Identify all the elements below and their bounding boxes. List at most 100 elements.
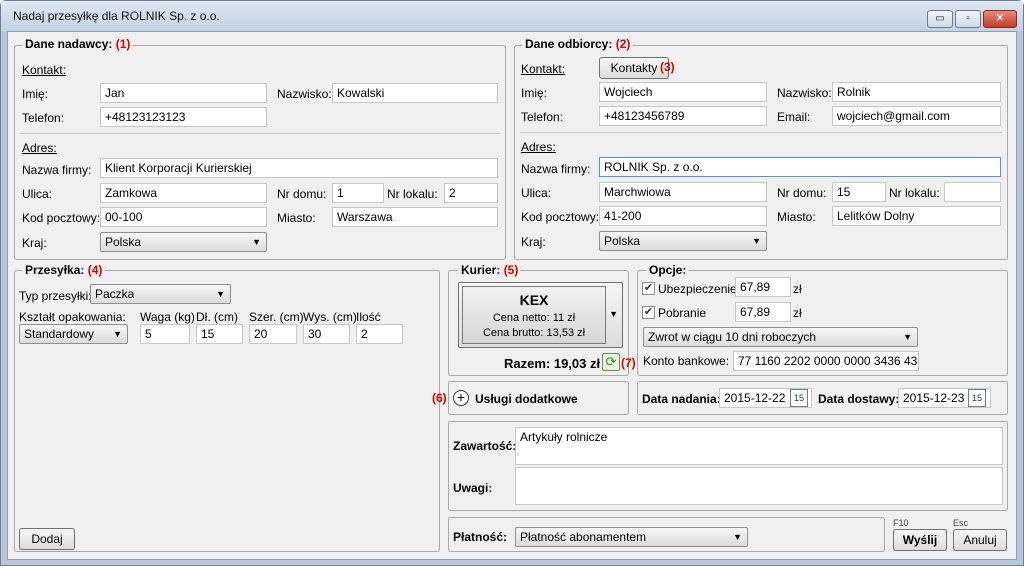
height-input[interactable]: 30 <box>303 324 350 344</box>
sender-company-input[interactable]: Klient Korporacji Kurierskiej <box>100 158 498 178</box>
width-label: Szer. (cm) <box>249 310 304 324</box>
chevron-down-icon: ▼ <box>609 309 618 319</box>
length-input[interactable]: 15 <box>196 324 243 344</box>
chevron-down-icon: ▼ <box>752 236 761 246</box>
maximize-button[interactable]: ▫ <box>955 10 981 28</box>
sender-postcode-label: Kod pocztowy: <box>22 211 101 225</box>
recipient-last-name-input[interactable]: Rolnik <box>832 82 1001 102</box>
extra-services-label[interactable]: Usługi dodatkowe <box>475 392 578 406</box>
bank-account-input[interactable]: 77 1160 2202 0000 0000 3436 4384 <box>733 351 919 371</box>
recipient-email-input[interactable]: wojciech@gmail.com <box>832 106 1001 126</box>
marker-4: (4) <box>87 263 103 277</box>
length-label: Dł. (cm) <box>196 310 238 324</box>
recipient-phone-label: Telefon: <box>521 110 564 124</box>
recipient-house-label: Nr domu: <box>777 186 827 200</box>
chevron-down-icon: ▼ <box>733 532 742 542</box>
recipient-city-label: Miasto: <box>777 210 816 224</box>
insurance-checkbox[interactable]: ✔ <box>642 282 655 295</box>
marker-1: (1) <box>115 37 131 51</box>
sender-house-label: Nr domu: <box>277 187 327 201</box>
shipment-type-select[interactable]: Paczka ▼ <box>90 284 231 304</box>
recipient-street-input[interactable]: Marchwiowa <box>599 182 767 202</box>
chevron-down-icon: ▼ <box>903 332 912 342</box>
insurance-unit: zł <box>793 282 802 296</box>
send-button[interactable]: Wyślij <box>893 529 947 551</box>
recipient-company-input[interactable]: ROLNIK Sp. z o.o. <box>599 157 1001 177</box>
title-bar: Nadaj przesyłkę dla ROLNIK Sp. z o.o. ▭ … <box>1 1 1023 31</box>
courier-gross-price: Cena brutto: 13,53 zł <box>482 327 586 339</box>
chevron-down-icon: ▼ <box>252 237 261 247</box>
weight-input[interactable]: 5 <box>140 324 190 344</box>
sender-divider <box>20 133 500 134</box>
recipient-city-input[interactable]: Lelitków Dolny <box>832 206 1001 226</box>
sender-street-input[interactable]: Zamkowa <box>100 183 267 203</box>
marker-7: (7) <box>621 356 636 370</box>
quantity-input[interactable]: 2 <box>356 324 403 344</box>
sender-last-name-input[interactable]: Kowalski <box>332 83 498 103</box>
minimize-button[interactable]: ▭ <box>927 10 953 28</box>
sender-first-name-input[interactable]: Jan <box>100 83 267 103</box>
sender-flat-label: Nr lokalu: <box>387 187 438 201</box>
package-shape-select[interactable]: Standardowy ▼ <box>19 324 128 344</box>
marker-5: (5) <box>503 263 519 277</box>
package-shape-label: Kształt opakowania: <box>19 310 126 324</box>
marker-3: (3) <box>660 60 675 74</box>
send-shortcut: F10 <box>893 518 909 528</box>
recipient-flat-input[interactable] <box>944 182 1001 202</box>
cod-label: Pobranie <box>658 306 707 320</box>
cod-input[interactable]: 67,89 <box>735 302 791 322</box>
sender-phone-label: Telefon: <box>22 111 65 125</box>
sender-country-select[interactable]: Polska ▼ <box>100 232 267 252</box>
cod-checkbox[interactable]: ✔ <box>642 306 655 319</box>
contacts-button[interactable]: Kontakty <box>599 57 669 79</box>
refresh-icon[interactable]: ⟳ <box>602 353 620 371</box>
quantity-label: Ilość <box>356 310 381 324</box>
recipient-address-label: Adres: <box>521 140 556 154</box>
sender-phone-input[interactable]: +48123123123 <box>100 107 267 127</box>
plus-icon[interactable]: + <box>453 390 469 406</box>
sender-address-label: Adres: <box>22 141 57 155</box>
sender-postcode-input[interactable]: 00-100 <box>100 207 267 227</box>
payment-select[interactable]: Płatność abonamentem ▼ <box>515 527 748 547</box>
add-package-button[interactable]: Dodaj <box>19 528 75 550</box>
recipient-house-input[interactable]: 15 <box>832 182 886 202</box>
recipient-contact-label: Kontakt: <box>521 62 566 76</box>
recipient-phone-input[interactable]: +48123456789 <box>599 106 767 126</box>
cod-unit: zł <box>793 306 802 320</box>
content-textarea[interactable]: Artykuły rolnicze <box>515 427 1003 465</box>
close-button[interactable]: ✕ <box>983 10 1017 28</box>
courier-name: KEX <box>519 292 549 308</box>
calendar-icon[interactable]: 15 <box>968 389 986 407</box>
sender-group <box>14 45 506 260</box>
cancel-shortcut: Esc <box>953 518 969 528</box>
shipment-type-label: Typ przesyłki: <box>19 289 92 303</box>
width-input[interactable]: 20 <box>249 324 297 344</box>
sender-house-input[interactable]: 1 <box>332 183 384 203</box>
recipient-country-label: Kraj: <box>521 235 546 249</box>
recipient-first-name-input[interactable]: Wojciech <box>599 82 767 102</box>
recipient-last-name-label: Nazwisko: <box>777 86 832 100</box>
sender-group-title: Dane nadawcy: (1) <box>22 37 134 51</box>
recipient-email-label: Email: <box>777 110 811 124</box>
notes-label: Uwagi: <box>453 481 493 495</box>
notes-textarea[interactable] <box>515 467 1003 505</box>
sender-city-label: Miasto: <box>277 211 316 225</box>
courier-select[interactable]: KEX Cena netto: 11 zł Cena brutto: 13,53… <box>458 282 623 348</box>
recipient-divider <box>520 132 1002 133</box>
cod-return-select[interactable]: Zwrot w ciągu 10 dni roboczych ▼ <box>643 327 918 347</box>
sender-flat-input[interactable]: 2 <box>444 183 498 203</box>
shipment-group-title: Przesyłka: (4) <box>22 263 106 277</box>
options-group-title: Opcje: <box>646 263 690 277</box>
weight-label: Waga (kg) <box>140 310 195 324</box>
sender-city-input[interactable]: Warszawa <box>332 207 498 227</box>
recipient-country-select[interactable]: Polska ▼ <box>599 231 767 251</box>
cancel-button[interactable]: Anuluj <box>953 529 1007 551</box>
calendar-icon[interactable]: 15 <box>790 389 808 407</box>
sender-country-label: Kraj: <box>22 236 47 250</box>
recipient-postcode-input[interactable]: 41-200 <box>599 206 767 226</box>
payment-label: Płatność: <box>453 530 508 544</box>
chevron-down-icon: ▼ <box>216 289 225 299</box>
insurance-input[interactable]: 67,89 <box>735 277 791 297</box>
recipient-group <box>514 45 1008 260</box>
chevron-down-icon: ▼ <box>113 329 122 339</box>
